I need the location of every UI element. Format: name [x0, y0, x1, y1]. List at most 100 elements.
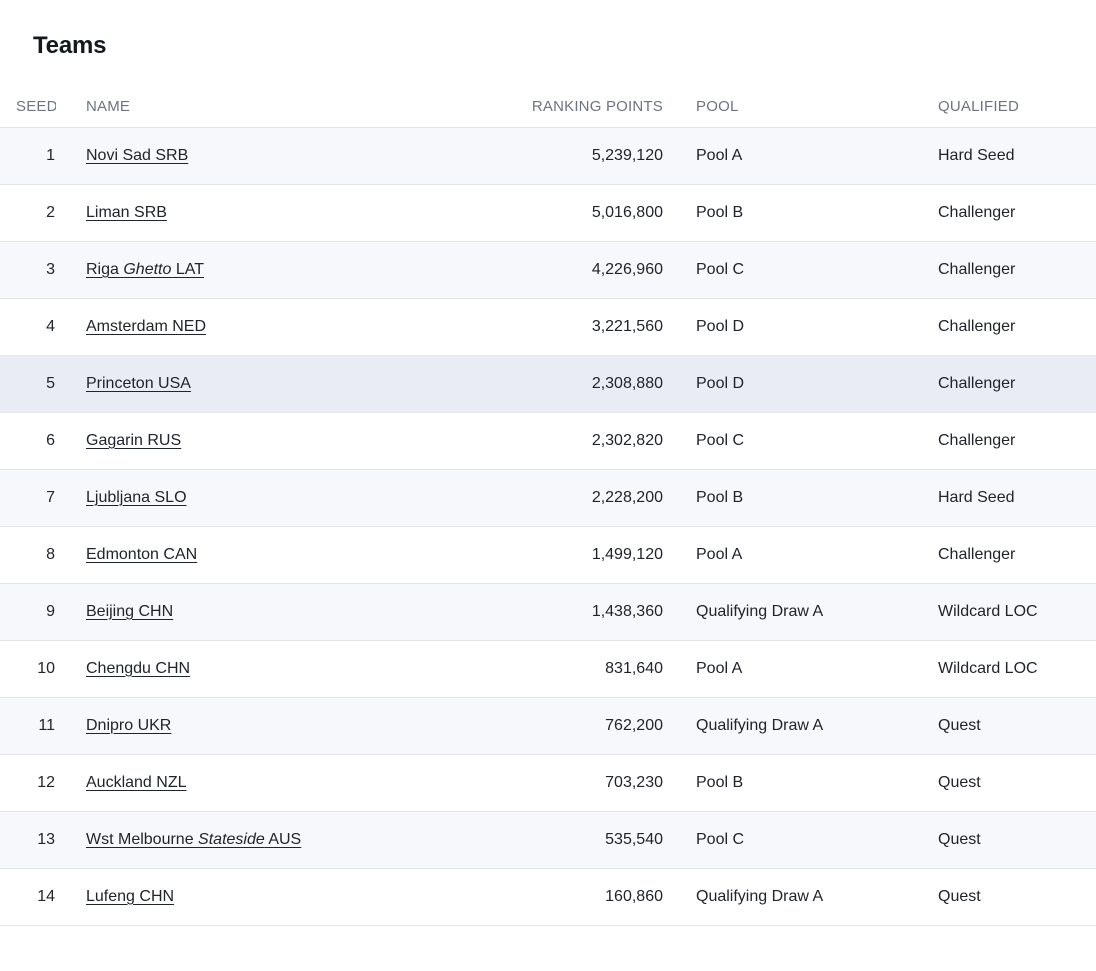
- pool-cell: Pool A: [664, 127, 938, 184]
- ranking-points-cell: 5,239,120: [486, 127, 664, 184]
- table-row[interactable]: 1 Novi Sad SRB 5,239,120 Pool A Hard See…: [0, 127, 1096, 184]
- team-name-link[interactable]: Chengdu CHN: [86, 660, 190, 677]
- qualified-cell: Challenger: [938, 355, 1096, 412]
- team-name-link[interactable]: Amsterdam NED: [86, 318, 206, 335]
- seed-cell: 11: [0, 697, 56, 754]
- seed-cell: 1: [0, 127, 56, 184]
- seed-cell: 2: [0, 184, 56, 241]
- pool-cell: Pool A: [664, 526, 938, 583]
- team-name-link[interactable]: Ljubljana SLO: [86, 489, 187, 506]
- pool-cell: Pool D: [664, 298, 938, 355]
- table-row[interactable]: 11 Dnipro UKR 762,200 Qualifying Draw A …: [0, 697, 1096, 754]
- column-header-qualified: QUALIFIED: [938, 86, 1096, 127]
- team-name-link[interactable]: Wst Melbourne Stateside AUS: [86, 831, 301, 848]
- pool-cell: Qualifying Draw A: [664, 583, 938, 640]
- team-name-link[interactable]: Novi Sad SRB: [86, 147, 188, 164]
- name-cell: Amsterdam NED: [56, 298, 486, 355]
- name-cell: Gagarin RUS: [56, 412, 486, 469]
- team-name-link[interactable]: Auckland NZL: [86, 774, 187, 791]
- page-title: Teams: [33, 30, 1096, 62]
- team-name-prefix: Edmonton CAN: [86, 546, 197, 563]
- ranking-points-cell: 2,302,820: [486, 412, 664, 469]
- ranking-points-cell: 762,200: [486, 697, 664, 754]
- team-name-italic: Ghetto: [123, 261, 171, 278]
- pool-cell: Pool B: [664, 469, 938, 526]
- team-name-link[interactable]: Beijing CHN: [86, 603, 173, 620]
- qualified-cell: Quest: [938, 697, 1096, 754]
- qualified-cell: Hard Seed: [938, 127, 1096, 184]
- seed-cell: 4: [0, 298, 56, 355]
- column-header-name: NAME: [56, 86, 486, 127]
- seed-cell: 9: [0, 583, 56, 640]
- team-name-italic: Stateside: [198, 831, 265, 848]
- table-row[interactable]: 13 Wst Melbourne Stateside AUS 535,540 P…: [0, 811, 1096, 868]
- table-row[interactable]: 3 Riga Ghetto LAT 4,226,960 Pool C Chall…: [0, 241, 1096, 298]
- team-name-suffix: AUS: [265, 831, 301, 848]
- column-header-pool: POOL: [664, 86, 938, 127]
- ranking-points-cell: 2,308,880: [486, 355, 664, 412]
- team-name-prefix: Auckland NZL: [86, 774, 187, 791]
- team-name-link[interactable]: Riga Ghetto LAT: [86, 261, 204, 278]
- teams-table-body: 1 Novi Sad SRB 5,239,120 Pool A Hard See…: [0, 127, 1096, 925]
- pool-cell: Pool D: [664, 355, 938, 412]
- team-name-prefix: Riga: [86, 261, 123, 278]
- table-row[interactable]: 10 Chengdu CHN 831,640 Pool A Wildcard L…: [0, 640, 1096, 697]
- table-row[interactable]: 8 Edmonton CAN 1,499,120 Pool A Challeng…: [0, 526, 1096, 583]
- table-row[interactable]: 2 Liman SRB 5,016,800 Pool B Challenger: [0, 184, 1096, 241]
- table-row[interactable]: 5 Princeton USA 2,308,880 Pool D Challen…: [0, 355, 1096, 412]
- seed-cell: 14: [0, 868, 56, 925]
- team-name-link[interactable]: Dnipro UKR: [86, 717, 171, 734]
- column-header-ranking-points: RANKING POINTS: [486, 86, 664, 127]
- ranking-points-cell: 1,438,360: [486, 583, 664, 640]
- pool-cell: Qualifying Draw A: [664, 697, 938, 754]
- team-name-link[interactable]: Princeton USA: [86, 375, 191, 392]
- pool-cell: Pool A: [664, 640, 938, 697]
- table-row[interactable]: 7 Ljubljana SLO 2,228,200 Pool B Hard Se…: [0, 469, 1096, 526]
- team-name-link[interactable]: Edmonton CAN: [86, 546, 197, 563]
- qualified-cell: Challenger: [938, 184, 1096, 241]
- qualified-cell: Hard Seed: [938, 469, 1096, 526]
- name-cell: Ljubljana SLO: [56, 469, 486, 526]
- qualified-cell: Challenger: [938, 412, 1096, 469]
- name-cell: Wst Melbourne Stateside AUS: [56, 811, 486, 868]
- team-name-link[interactable]: Liman SRB: [86, 204, 167, 221]
- seed-cell: 12: [0, 754, 56, 811]
- name-cell: Lufeng CHN: [56, 868, 486, 925]
- ranking-points-cell: 4,226,960: [486, 241, 664, 298]
- pool-cell: Pool C: [664, 412, 938, 469]
- ranking-points-cell: 3,221,560: [486, 298, 664, 355]
- name-cell: Chengdu CHN: [56, 640, 486, 697]
- name-cell: Liman SRB: [56, 184, 486, 241]
- team-name-prefix: Beijing CHN: [86, 603, 173, 620]
- team-name-link[interactable]: Gagarin RUS: [86, 432, 181, 449]
- pool-cell: Qualifying Draw A: [664, 868, 938, 925]
- qualified-cell: Quest: [938, 811, 1096, 868]
- team-name-prefix: Lufeng CHN: [86, 888, 174, 905]
- team-name-prefix: Novi Sad SRB: [86, 147, 188, 164]
- table-row[interactable]: 12 Auckland NZL 703,230 Pool B Quest: [0, 754, 1096, 811]
- pool-cell: Pool B: [664, 754, 938, 811]
- team-name-prefix: Chengdu CHN: [86, 660, 190, 677]
- seed-cell: 7: [0, 469, 56, 526]
- table-row[interactable]: 4 Amsterdam NED 3,221,560 Pool D Challen…: [0, 298, 1096, 355]
- qualified-cell: Challenger: [938, 298, 1096, 355]
- team-name-link[interactable]: Lufeng CHN: [86, 888, 174, 905]
- seed-cell: 3: [0, 241, 56, 298]
- team-name-prefix: Wst Melbourne: [86, 831, 198, 848]
- ranking-points-cell: 1,499,120: [486, 526, 664, 583]
- table-row[interactable]: 6 Gagarin RUS 2,302,820 Pool C Challenge…: [0, 412, 1096, 469]
- teams-table-header: SEED NAME RANKING POINTS POOL QUALIFIED: [0, 86, 1096, 127]
- teams-table: SEED NAME RANKING POINTS POOL QUALIFIED …: [0, 86, 1096, 926]
- qualified-cell: Challenger: [938, 526, 1096, 583]
- name-cell: Edmonton CAN: [56, 526, 486, 583]
- table-row[interactable]: 14 Lufeng CHN 160,860 Qualifying Draw A …: [0, 868, 1096, 925]
- table-row[interactable]: 9 Beijing CHN 1,438,360 Qualifying Draw …: [0, 583, 1096, 640]
- team-name-prefix: Gagarin RUS: [86, 432, 181, 449]
- qualified-cell: Wildcard LOC: [938, 583, 1096, 640]
- teams-page: Teams SEED NAME RANKING POINTS POOL QUAL…: [0, 30, 1096, 926]
- pool-cell: Pool C: [664, 811, 938, 868]
- name-cell: Beijing CHN: [56, 583, 486, 640]
- name-cell: Novi Sad SRB: [56, 127, 486, 184]
- ranking-points-cell: 535,540: [486, 811, 664, 868]
- name-cell: Princeton USA: [56, 355, 486, 412]
